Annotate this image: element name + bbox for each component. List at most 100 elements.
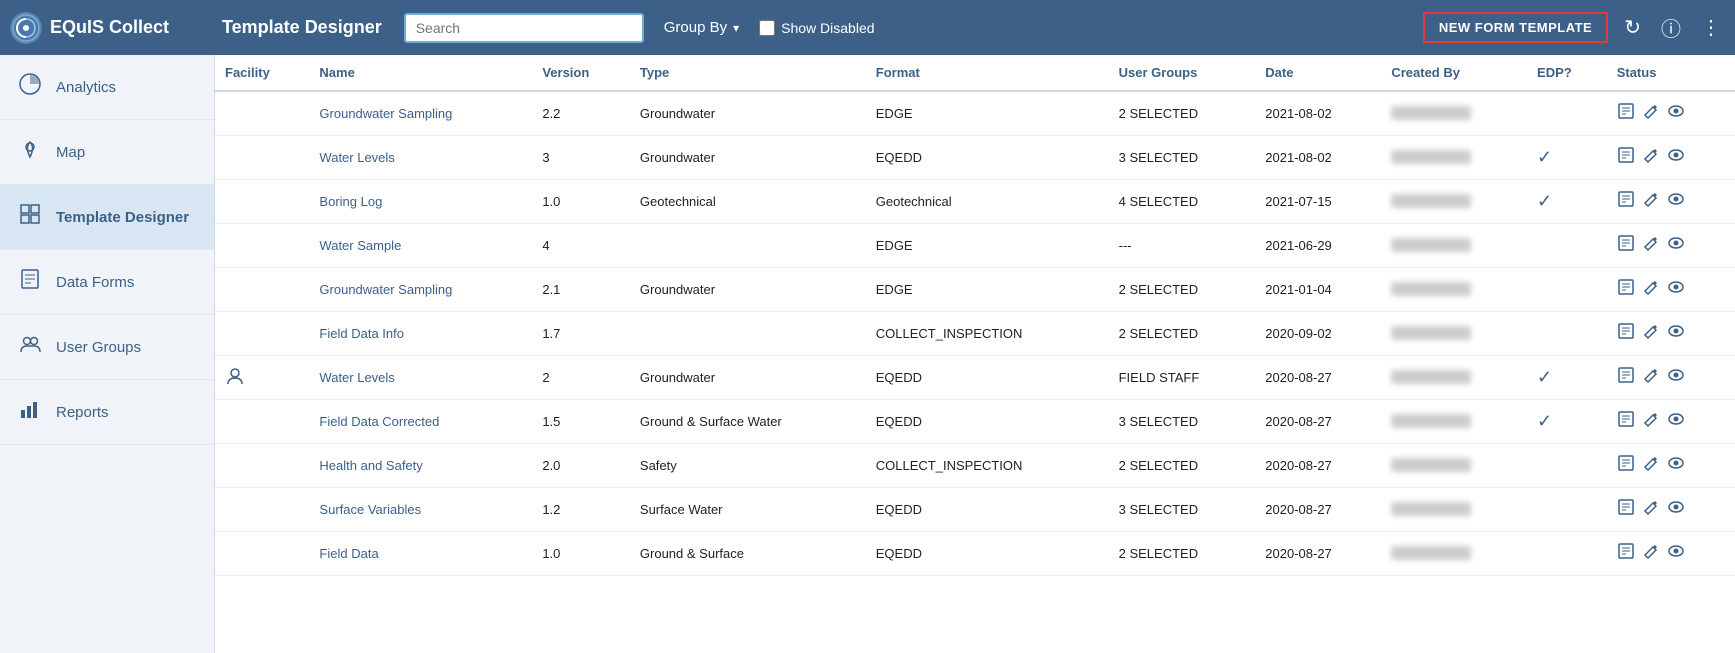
reports-icon	[16, 398, 44, 426]
pencil-icon[interactable]	[1643, 279, 1659, 300]
eye-icon[interactable]	[1667, 322, 1685, 345]
eye-icon[interactable]	[1667, 234, 1685, 257]
search-input[interactable]	[404, 13, 644, 43]
eye-icon[interactable]	[1667, 190, 1685, 213]
cell-format: COLLECT_INSPECTION	[866, 312, 1109, 356]
app-body: Analytics Map Template Designer	[0, 55, 1735, 653]
cell-name[interactable]: Water Sample	[309, 224, 532, 268]
cell-status	[1607, 356, 1735, 400]
eye-icon[interactable]	[1667, 498, 1685, 521]
eye-icon[interactable]	[1667, 410, 1685, 433]
eye-icon[interactable]	[1667, 542, 1685, 565]
cell-facility	[215, 488, 309, 532]
cell-name[interactable]: Field Data	[309, 532, 532, 576]
refresh-button[interactable]: ↻	[1620, 11, 1645, 44]
cell-version: 4	[532, 224, 630, 268]
eye-icon[interactable]	[1667, 146, 1685, 169]
cell-name[interactable]: Boring Log	[309, 180, 532, 224]
sidebar-item-reports[interactable]: Reports	[0, 380, 214, 445]
pencil-icon[interactable]	[1643, 323, 1659, 344]
sidebar-item-analytics[interactable]: Analytics	[0, 55, 214, 120]
col-facility: Facility	[215, 55, 309, 91]
menu-button[interactable]: ⋮	[1697, 11, 1725, 44]
edit-form-icon[interactable]	[1617, 190, 1635, 213]
cell-name[interactable]: Water Levels	[309, 356, 532, 400]
sidebar-item-data-forms[interactable]: Data Forms	[0, 250, 214, 315]
eye-icon[interactable]	[1667, 278, 1685, 301]
cell-status	[1607, 224, 1735, 268]
edit-form-icon[interactable]	[1617, 542, 1635, 565]
table-row: Water Sample4EDGE---2021-06-29████████	[215, 224, 1735, 268]
map-icon	[16, 138, 44, 166]
cell-created-by: ████████	[1381, 268, 1527, 312]
cell-status	[1607, 136, 1735, 180]
edit-form-icon[interactable]	[1617, 454, 1635, 477]
edit-form-icon[interactable]	[1617, 498, 1635, 521]
group-by-button[interactable]: Group By ▾	[656, 15, 747, 40]
edit-form-icon[interactable]	[1617, 146, 1635, 169]
col-user-groups: User Groups	[1109, 55, 1256, 91]
table-row: Boring Log1.0GeotechnicalGeotechnical4 S…	[215, 180, 1735, 224]
cell-name[interactable]: Water Levels	[309, 136, 532, 180]
sidebar-item-map[interactable]: Map	[0, 120, 214, 185]
pencil-icon[interactable]	[1643, 499, 1659, 520]
pencil-icon[interactable]	[1643, 455, 1659, 476]
show-disabled-checkbox[interactable]	[759, 20, 775, 36]
edit-form-icon[interactable]	[1617, 102, 1635, 125]
check-icon: ✓	[1537, 147, 1552, 167]
cell-format: EQEDD	[866, 356, 1109, 400]
cell-user-groups: 2 SELECTED	[1109, 532, 1256, 576]
sidebar-label-reports: Reports	[56, 404, 109, 421]
info-button[interactable]: ⓘ	[1657, 9, 1685, 46]
cell-user-groups: 3 SELECTED	[1109, 400, 1256, 444]
template-table-container[interactable]: Facility Name Version Type Format User G…	[215, 55, 1735, 653]
logo-area: EQuIS Collect	[10, 12, 210, 44]
more-vert-icon: ⋮	[1701, 17, 1721, 39]
edit-form-icon[interactable]	[1617, 278, 1635, 301]
template-designer-icon	[16, 203, 44, 231]
cell-version: 3	[532, 136, 630, 180]
app-header: EQuIS Collect Template Designer Group By…	[0, 0, 1735, 55]
cell-created-by: ████████	[1381, 224, 1527, 268]
pencil-icon[interactable]	[1643, 235, 1659, 256]
sidebar-item-user-groups[interactable]: User Groups	[0, 315, 214, 380]
pencil-icon[interactable]	[1643, 411, 1659, 432]
eye-icon[interactable]	[1667, 102, 1685, 125]
pencil-icon[interactable]	[1643, 191, 1659, 212]
eye-icon[interactable]	[1667, 454, 1685, 477]
page-title: Template Designer	[222, 17, 382, 38]
cell-format: Geotechnical	[866, 180, 1109, 224]
cell-date: 2020-09-02	[1255, 312, 1381, 356]
cell-date: 2020-08-27	[1255, 356, 1381, 400]
edit-form-icon[interactable]	[1617, 234, 1635, 257]
table-row: Field Data Info1.7COLLECT_INSPECTION2 SE…	[215, 312, 1735, 356]
cell-facility	[215, 180, 309, 224]
eye-icon[interactable]	[1667, 366, 1685, 389]
cell-edp: ✓	[1527, 356, 1607, 400]
pencil-icon[interactable]	[1643, 103, 1659, 124]
cell-name[interactable]: Groundwater Sampling	[309, 91, 532, 136]
cell-name[interactable]: Health and Safety	[309, 444, 532, 488]
cell-created-by: ████████	[1381, 312, 1527, 356]
cell-name[interactable]: Field Data Corrected	[309, 400, 532, 444]
pencil-icon[interactable]	[1643, 147, 1659, 168]
analytics-icon	[16, 73, 44, 101]
table-row: Health and Safety2.0SafetyCOLLECT_INSPEC…	[215, 444, 1735, 488]
new-form-template-button[interactable]: NEW FORM TEMPLATE	[1423, 12, 1608, 43]
pencil-icon[interactable]	[1643, 367, 1659, 388]
cell-status	[1607, 400, 1735, 444]
cell-format: COLLECT_INSPECTION	[866, 444, 1109, 488]
cell-facility	[215, 268, 309, 312]
pencil-icon[interactable]	[1643, 543, 1659, 564]
cell-type: Geotechnical	[630, 180, 866, 224]
show-disabled-label: Show Disabled	[759, 20, 874, 36]
edit-form-icon[interactable]	[1617, 410, 1635, 433]
edit-form-icon[interactable]	[1617, 366, 1635, 389]
cell-format: EDGE	[866, 268, 1109, 312]
cell-name[interactable]: Surface Variables	[309, 488, 532, 532]
cell-name[interactable]: Groundwater Sampling	[309, 268, 532, 312]
sidebar-item-template-designer[interactable]: Template Designer	[0, 185, 214, 250]
edit-form-icon[interactable]	[1617, 322, 1635, 345]
col-date: Date	[1255, 55, 1381, 91]
cell-name[interactable]: Field Data Info	[309, 312, 532, 356]
